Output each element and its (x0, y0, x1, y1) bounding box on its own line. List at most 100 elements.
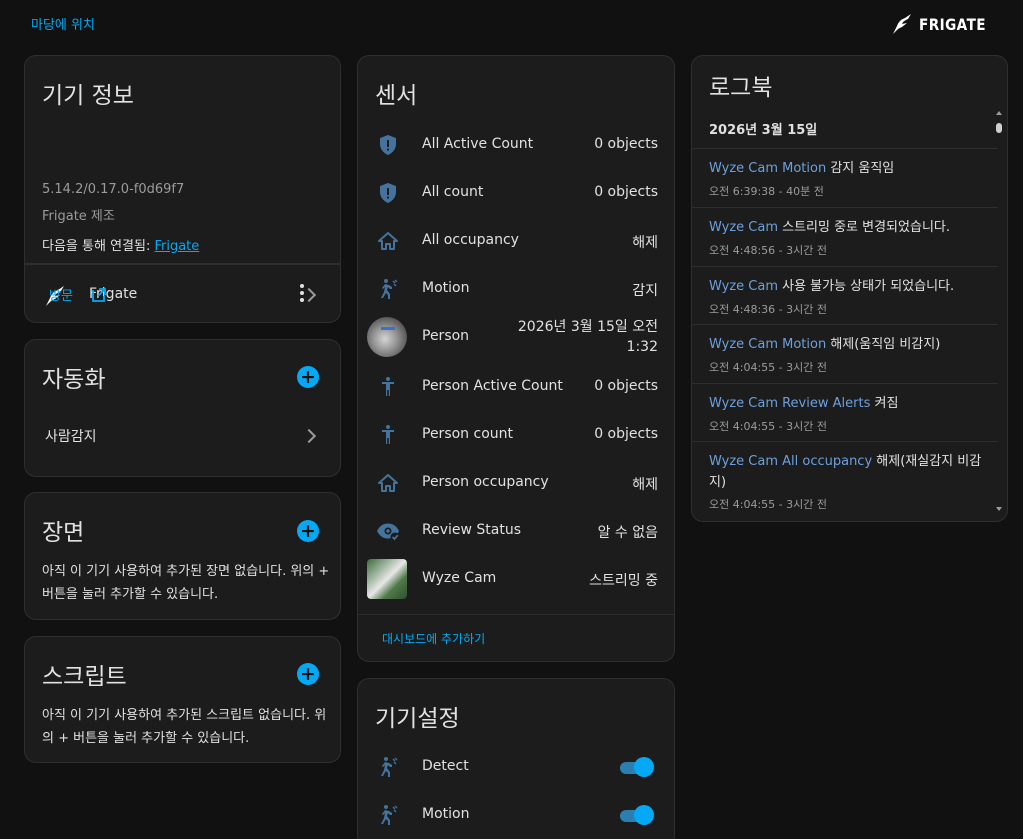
device-maker: Frigate 제조 (42, 209, 115, 224)
log-entity-link[interactable]: Wyze Cam Motion (709, 161, 826, 176)
log-entity-link[interactable]: Wyze Cam Review Alerts (709, 396, 870, 411)
add-script-button[interactable]: + (297, 663, 319, 685)
log-message: Wyze Cam Review Alerts 켜짐 (709, 393, 987, 414)
logbook-date: 2026년 3월 15일 (709, 123, 818, 138)
log-time: 오전 6:39:38 - 40분 전 (709, 185, 824, 198)
scroll-down-arrow-icon[interactable] (996, 507, 1002, 511)
scene-card: 장면 + 아직 이 기기 사용하여 추가된 장면 없습니다. 위의 + 버튼을 … (24, 492, 341, 620)
visit-button[interactable]: 방문 (49, 285, 107, 304)
more-menu-icon[interactable] (300, 284, 304, 302)
area-link[interactable]: 마당에 위치 (31, 14, 95, 33)
add-to-dashboard-button[interactable]: 대시보드에 추가하기 (382, 630, 485, 647)
log-entry[interactable]: Wyze Cam Motion 해제(움직임 비감지) 오전 4:04:55 -… (692, 324, 998, 383)
sensor-name: All count (422, 184, 484, 200)
sensor-name: All Active Count (422, 136, 534, 152)
log-entry[interactable]: Wyze Cam 스트리밍 중로 변경되었습니다. 오전 4:48:56 - 3… (692, 207, 998, 266)
log-time: 오전 4:48:56 - 3시간 전 (709, 244, 827, 257)
add-automation-button[interactable]: + (297, 366, 319, 388)
connected-link[interactable]: Frigate (154, 239, 199, 254)
log-message: Wyze Cam Motion 감지 움직임 (709, 158, 987, 179)
frigate-logo: FRIGATE (891, 12, 998, 36)
log-entry[interactable]: Wyze Cam Motion 감지 움직임 오전 6:39:38 - 40분 … (692, 148, 998, 207)
detect-toggle[interactable] (618, 757, 654, 777)
sensor-name: Person Active Count (422, 378, 563, 394)
sensor-name: Motion (422, 280, 470, 296)
chevron-right-icon (301, 287, 317, 303)
motion-sensor-icon (381, 279, 398, 299)
sensor-value: 0 objects (594, 184, 658, 200)
camera-snapshot-thumbnail (367, 559, 407, 599)
sensor-name: Person occupancy (422, 474, 549, 490)
sensor-row-all-active-count[interactable]: All Active Count 0 objects (358, 121, 674, 169)
sensor-row-review-status[interactable]: Review Status 알 수 없음 (358, 507, 674, 555)
config-name: Detect (422, 758, 469, 774)
automation-item[interactable]: 사람감지 (25, 420, 340, 460)
sensor-row-person-active-count[interactable]: Person Active Count 0 objects (358, 363, 674, 411)
scene-title: 장면 (42, 520, 85, 546)
scene-empty-text: 아직 이 기기 사용하여 추가된 장면 없습니다. 위의 + 버튼을 눌러 추가… (42, 564, 330, 602)
device-info-card: 기기 정보 5.14.2/0.17.0-f0d69f7 Frigate 제조 다… (24, 55, 341, 323)
person-snapshot-thumbnail (367, 317, 407, 357)
automation-title: 자동화 (42, 367, 106, 393)
log-message: Wyze Cam Motion 해제(움직임 비감지) (709, 334, 987, 355)
log-text: 감지 움직임 (826, 161, 895, 176)
chevron-right-icon (301, 428, 317, 444)
sensor-name: All occupancy (422, 232, 519, 248)
logbook-card: 로그북 2026년 3월 15일 Wyze Cam Motion 감지 움직임 … (691, 55, 1008, 522)
scroll-up-arrow-icon[interactable] (996, 111, 1002, 115)
sensor-name: Person (422, 328, 470, 344)
automation-card: 자동화 + 사람감지 (24, 339, 341, 477)
log-text: 해제(움직임 비감지) (826, 337, 941, 352)
sensor-title: 센서 (375, 83, 418, 109)
sensor-value: 스트리밍 중 (589, 573, 658, 589)
log-time: 오전 4:04:55 - 3시간 전 (709, 420, 827, 433)
home-outline-icon (378, 474, 398, 492)
sensor-card: 센서 All Active Count 0 objects All count … (357, 55, 675, 662)
logo-text: FRIGATE (919, 14, 987, 34)
device-version: 5.14.2/0.17.0-f0d69f7 (42, 182, 185, 197)
device-info-title: 기기 정보 (42, 83, 134, 109)
config-title: 기기설정 (375, 706, 460, 732)
logbook-scrollbar[interactable] (996, 111, 1004, 511)
top-bar: 마당에 위치 FRIGATE (0, 0, 1023, 46)
log-time: 오전 4:04:55 - 3시간 전 (709, 498, 827, 511)
log-entity-link[interactable]: Wyze Cam All occupancy (709, 454, 872, 469)
motion-toggle[interactable] (618, 805, 654, 825)
script-title: 스크립트 (42, 664, 127, 690)
log-entry[interactable]: Wyze Cam 사용 불가능 상태가 되었습니다. 오전 4:48:36 - … (692, 266, 998, 324)
sensor-row-wyze-cam[interactable]: Wyze Cam 스트리밍 중 (358, 555, 674, 603)
sensor-row-person-occupancy[interactable]: Person occupancy 해제 (358, 459, 674, 507)
log-message: Wyze Cam 스트리밍 중로 변경되었습니다. (709, 217, 987, 238)
log-entity-link[interactable]: Wyze Cam (709, 220, 778, 235)
config-card: 기기설정 Detect Motion (357, 678, 675, 839)
frigate-bird-icon (893, 14, 912, 34)
open-in-new-icon (92, 287, 106, 302)
log-entry[interactable]: Wyze Cam All occupancy 해제(재실감지 비감지) 오전 4… (692, 441, 998, 521)
sensor-row-all-occupancy[interactable]: All occupancy 해제 (358, 217, 674, 265)
visit-label: 방문 (49, 289, 73, 304)
add-scene-button[interactable]: + (297, 520, 319, 542)
shield-alert-icon (380, 135, 396, 155)
divider (358, 614, 674, 615)
log-text: 스트리밍 중로 변경되었습니다. (777, 220, 950, 235)
log-entity-link[interactable]: Wyze Cam (709, 279, 778, 294)
script-card: 스크립트 + 아직 이 기기 사용하여 추가된 스크립트 없습니다. 위의 + … (24, 636, 341, 763)
log-text: 사용 불가능 상태가 되었습니다. (777, 279, 955, 294)
scroll-thumb[interactable] (996, 123, 1002, 133)
sensor-row-person[interactable]: Person 2026년 3월 15일 오전 1:32 (358, 313, 674, 361)
sensor-row-motion[interactable]: Motion 감지 (358, 265, 674, 313)
sensor-value: 0 objects (594, 136, 658, 152)
log-entry[interactable]: Wyze Cam Review Alerts 켜짐 오전 4:04:55 - 3… (692, 383, 998, 441)
motion-sensor-icon (381, 805, 398, 825)
sensor-name: Review Status (422, 522, 522, 538)
motion-sensor-icon (381, 757, 398, 777)
sensor-value: 감지 (632, 283, 658, 299)
connected-prefix: 다음을 통해 연결됨: (42, 239, 155, 254)
sensor-row-person-count[interactable]: Person count 0 objects (358, 411, 674, 459)
log-time: 오전 4:48:36 - 3시간 전 (709, 303, 827, 316)
shield-alert-icon (380, 183, 396, 203)
log-entity-link[interactable]: Wyze Cam Motion (709, 337, 826, 352)
log-message: Wyze Cam 사용 불가능 상태가 되었습니다. (709, 276, 987, 297)
home-outline-icon (378, 232, 398, 250)
sensor-row-all-count[interactable]: All count 0 objects (358, 169, 674, 217)
